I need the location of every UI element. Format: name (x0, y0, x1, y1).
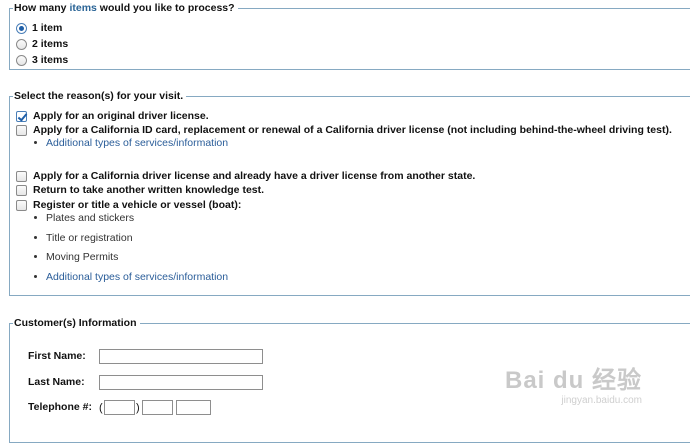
reason-register-vehicle[interactable]: Register or title a vehicle or vessel (b… (16, 198, 241, 212)
radio-button[interactable] (16, 54, 27, 66)
reasons-legend: Select the reason(s) for your visit. (13, 90, 187, 103)
additional-services-link[interactable]: Additional types of services/information (46, 271, 228, 283)
first-name-input[interactable] (99, 349, 263, 364)
customer-info-legend: Customer(s) Information (13, 317, 140, 330)
phone-area-code-input[interactable] (104, 400, 135, 415)
checkbox[interactable] (16, 110, 27, 122)
radio-3-items[interactable]: 3 items (16, 53, 68, 67)
list-item: Plates and stickers (34, 211, 134, 225)
bullet-icon (34, 215, 37, 219)
radio-label: 1 item (32, 22, 63, 34)
area-code-close-paren: ) (136, 402, 140, 414)
additional-services-link[interactable]: Additional types of services/information (46, 137, 228, 149)
list-item: Moving Permits (34, 250, 118, 264)
baidu-watermark-url: jingyan.baidu.com (561, 395, 642, 406)
bullet-icon (34, 274, 37, 278)
items-count-legend: How many items would you like to process… (13, 2, 238, 15)
checkbox-label: Apply for a California ID card, replacem… (33, 124, 672, 136)
checkbox-label: Return to take another written knowledge… (33, 184, 265, 196)
list-item: Title or registration (34, 231, 133, 245)
items-count-fieldset: How many items would you like to process… (9, 2, 690, 70)
reason-id-card[interactable]: Apply for a California ID card, replacem… (16, 123, 672, 137)
radio-button[interactable] (16, 38, 27, 50)
checkbox-label: Apply for a California driver license an… (33, 170, 476, 182)
bullet-icon (34, 140, 37, 144)
bullet-icon (34, 254, 37, 258)
telephone-label: Telephone #: (28, 401, 92, 413)
radio-button[interactable] (16, 22, 27, 34)
first-name-label: First Name: (28, 350, 86, 362)
checkbox[interactable] (16, 184, 27, 196)
phone-line-input[interactable] (176, 400, 211, 415)
radio-label: 2 items (32, 38, 69, 50)
checkbox[interactable] (16, 170, 27, 182)
reasons-fieldset: Select the reason(s) for your visit. App… (9, 90, 690, 296)
radio-1-item[interactable]: 1 item (16, 21, 62, 35)
reason-other-state-license[interactable]: Apply for a California driver license an… (16, 169, 475, 183)
checkbox-label: Apply for an original driver license. (33, 110, 209, 122)
additional-services-item: Additional types of services/information (34, 136, 228, 150)
last-name-label: Last Name: (28, 376, 85, 388)
bullet-icon (34, 235, 37, 239)
reason-original-license[interactable]: Apply for an original driver license. (16, 109, 209, 123)
radio-label: 3 items (32, 54, 69, 66)
phone-prefix-input[interactable] (142, 400, 173, 415)
last-name-input[interactable] (99, 375, 263, 390)
additional-services-item: Additional types of services/information (34, 270, 228, 284)
area-code-open-paren: ( (99, 402, 103, 414)
checkbox[interactable] (16, 124, 27, 136)
baidu-watermark: Bai du 经验 (504, 367, 642, 394)
checkbox-label: Register or title a vehicle or vessel (b… (33, 199, 242, 211)
radio-2-items[interactable]: 2 items (16, 37, 68, 51)
items-highlight: items (69, 2, 97, 14)
reason-written-test[interactable]: Return to take another written knowledge… (16, 183, 264, 197)
checkbox[interactable] (16, 199, 27, 211)
